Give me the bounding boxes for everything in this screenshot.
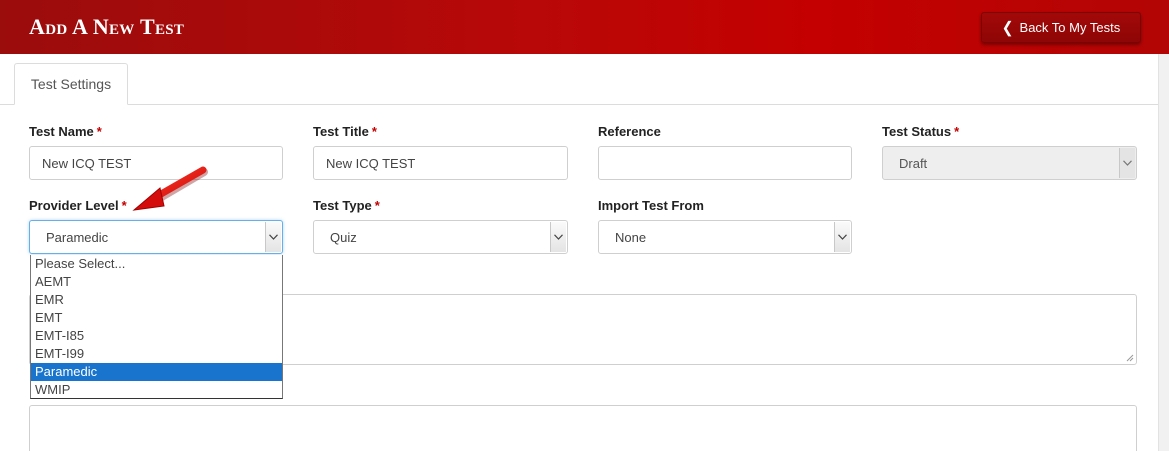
test-title-input[interactable]: New ICQ TEST	[313, 146, 568, 180]
dropdown-option[interactable]: AEMT	[31, 273, 282, 291]
import-test-from-value: None	[615, 229, 647, 245]
tab-label: Test Settings	[30, 76, 112, 92]
provider-level-value: Paramedic	[46, 229, 109, 245]
test-name-label: Test Name *	[29, 124, 102, 139]
provider-level-label-text: Provider Level	[29, 198, 119, 213]
test-title-value: New ICQ TEST	[326, 155, 416, 171]
test-type-label-text: Test Type	[313, 198, 372, 213]
back-button-label: Back To My Tests	[1019, 20, 1121, 35]
tab-test-settings[interactable]: Test Settings	[14, 63, 128, 105]
chevron-down-icon	[265, 222, 281, 252]
red-arrow-icon	[132, 166, 208, 211]
test-status-value: Draft	[899, 155, 928, 171]
provider-level-select[interactable]: Paramedic	[29, 220, 283, 254]
dropdown-option[interactable]: Please Select...	[31, 255, 282, 273]
test-title-label: Test Title *	[313, 124, 377, 139]
test-type-label: Test Type *	[313, 198, 380, 213]
page-scrollbar[interactable]	[1158, 54, 1169, 451]
test-name-value: New ICQ TEST	[42, 155, 132, 171]
import-test-from-label: Import Test From	[598, 198, 704, 213]
chevron-down-icon	[550, 222, 566, 252]
reference-label: Reference	[598, 124, 661, 139]
test-type-select[interactable]: Quiz	[313, 220, 568, 254]
reference-input[interactable]	[598, 146, 852, 180]
test-title-label-text: Test Title	[313, 124, 369, 139]
import-test-from-label-text: Import Test From	[598, 198, 704, 213]
dropdown-option[interactable]: EMT-I99	[31, 345, 282, 363]
dropdown-option[interactable]: EMT	[31, 309, 282, 327]
dropdown-option[interactable]: EMT-I85	[31, 327, 282, 345]
required-marker: *	[374, 198, 380, 213]
import-test-from-select[interactable]: None	[598, 220, 852, 254]
dropdown-option[interactable]: WMIP	[31, 381, 282, 399]
chevron-left-icon: ❮	[1001, 18, 1014, 36]
test-status-label: Test Status *	[882, 124, 959, 139]
test-name-label-text: Test Name	[29, 124, 94, 139]
reference-label-text: Reference	[598, 124, 661, 139]
required-marker: *	[371, 124, 377, 139]
resize-grip-icon[interactable]	[1126, 354, 1134, 362]
required-marker: *	[96, 124, 102, 139]
required-marker: *	[121, 198, 127, 213]
dropdown-option-selected[interactable]: Paramedic	[31, 363, 282, 381]
test-type-value: Quiz	[330, 229, 357, 245]
chevron-down-icon	[834, 222, 850, 252]
tabs-divider	[0, 104, 1158, 105]
instructions-textarea[interactable]	[29, 405, 1137, 451]
required-marker: *	[954, 124, 960, 139]
back-to-my-tests-button[interactable]: ❮ Back To My Tests	[981, 12, 1141, 43]
provider-level-label: Provider Level *	[29, 198, 127, 213]
dropdown-option[interactable]: EMR	[31, 291, 282, 309]
test-status-select: Draft	[882, 146, 1137, 180]
test-status-label-text: Test Status	[882, 124, 952, 139]
page-header: Add A New Test ❮ Back To My Tests	[0, 0, 1169, 54]
provider-level-dropdown[interactable]: Please Select... AEMT EMR EMT EMT-I85 EM…	[30, 255, 283, 399]
chevron-down-icon	[1119, 148, 1135, 178]
page-title: Add A New Test	[29, 14, 185, 39]
